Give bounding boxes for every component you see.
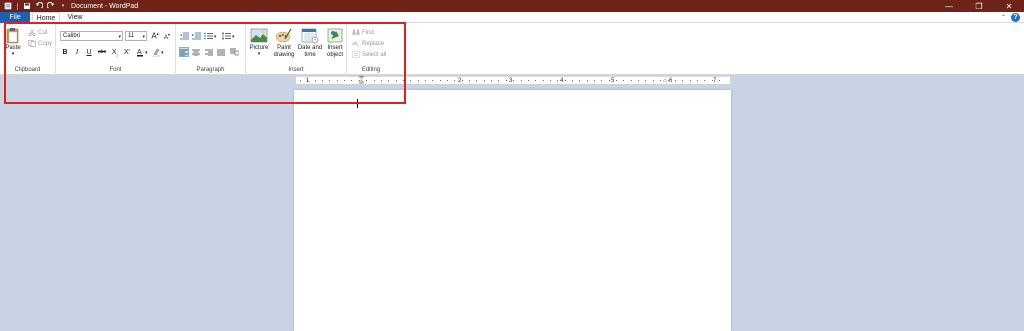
ruler-mark: 7	[713, 78, 717, 84]
redo-icon[interactable]	[47, 2, 55, 10]
ruler-tick	[424, 80, 426, 81]
ruler-tick	[491, 80, 493, 81]
ruler-tick	[571, 80, 573, 81]
minimize-icon[interactable]: —	[934, 0, 964, 12]
collapse-ribbon-icon[interactable]: ⌃	[1001, 14, 1006, 21]
ruler-tick	[447, 80, 448, 81]
ruler-tick	[454, 80, 456, 81]
ruler-tick	[696, 80, 698, 81]
ruler-tick	[711, 80, 713, 81]
ruler-tick	[623, 80, 625, 81]
ruler-mark: 5	[611, 78, 615, 84]
title-bar: ▾ Document - WordPad — ❐ ✕	[0, 0, 1024, 12]
ruler-mark: 2	[458, 78, 462, 84]
quick-access-toolbar: ▾	[0, 0, 67, 12]
ruler-tick	[461, 80, 463, 81]
ruler-tick	[682, 80, 684, 81]
ruler-tick	[616, 80, 618, 81]
ruler-mark: 6	[669, 78, 673, 84]
ruler-tick	[476, 80, 478, 81]
close-icon[interactable]: ✕	[994, 0, 1024, 12]
ruler-tick	[535, 80, 537, 81]
right-indent-marker[interactable]: ⌂	[663, 77, 667, 85]
document-page[interactable]	[294, 90, 731, 331]
divider	[17, 2, 18, 10]
ruler-tick	[608, 80, 610, 81]
ruler-tick	[586, 80, 588, 81]
ruler-tick	[601, 80, 603, 81]
save-icon[interactable]	[23, 2, 31, 10]
ruler-mark: 3	[509, 78, 513, 84]
ruler-tick	[667, 80, 669, 81]
ruler-tick	[432, 80, 434, 81]
restore-icon[interactable]: ❐	[964, 0, 994, 12]
ruler-tick	[594, 80, 595, 81]
ruler-tick	[704, 80, 706, 81]
ruler-tick	[469, 80, 471, 81]
help-icon[interactable]: ?	[1011, 13, 1020, 22]
ruler-tick	[498, 80, 500, 81]
ruler-tick	[439, 80, 441, 81]
ruler-tick	[718, 80, 720, 81]
ruler-tick	[579, 80, 581, 81]
ruler-tick	[410, 80, 412, 81]
ruler-tick	[630, 80, 632, 81]
ruler-tick	[483, 80, 485, 81]
annotation-highlight-box	[4, 22, 406, 104]
ruler-tick	[520, 80, 522, 81]
ruler-tick	[564, 80, 566, 81]
ruler-tick	[689, 80, 691, 81]
ruler-tick	[674, 80, 676, 81]
ruler-tick	[417, 80, 419, 81]
undo-icon[interactable]	[35, 2, 43, 10]
ruler-mark: 4	[560, 78, 564, 84]
customize-toolbar-icon[interactable]: ▾	[59, 2, 67, 10]
ruler-tick	[527, 80, 529, 81]
ruler-tick	[505, 80, 507, 81]
wordpad-app-icon[interactable]	[4, 2, 12, 10]
ruler-tick	[660, 80, 662, 81]
ruler-tick	[513, 80, 515, 81]
ruler-tick	[645, 80, 647, 81]
ruler-tick	[557, 80, 559, 81]
ruler-tick	[652, 80, 654, 81]
ruler-tick	[638, 80, 640, 81]
window-title: Document - WordPad	[71, 2, 139, 10]
ruler-tick	[542, 80, 544, 81]
ruler-tick	[549, 80, 551, 81]
